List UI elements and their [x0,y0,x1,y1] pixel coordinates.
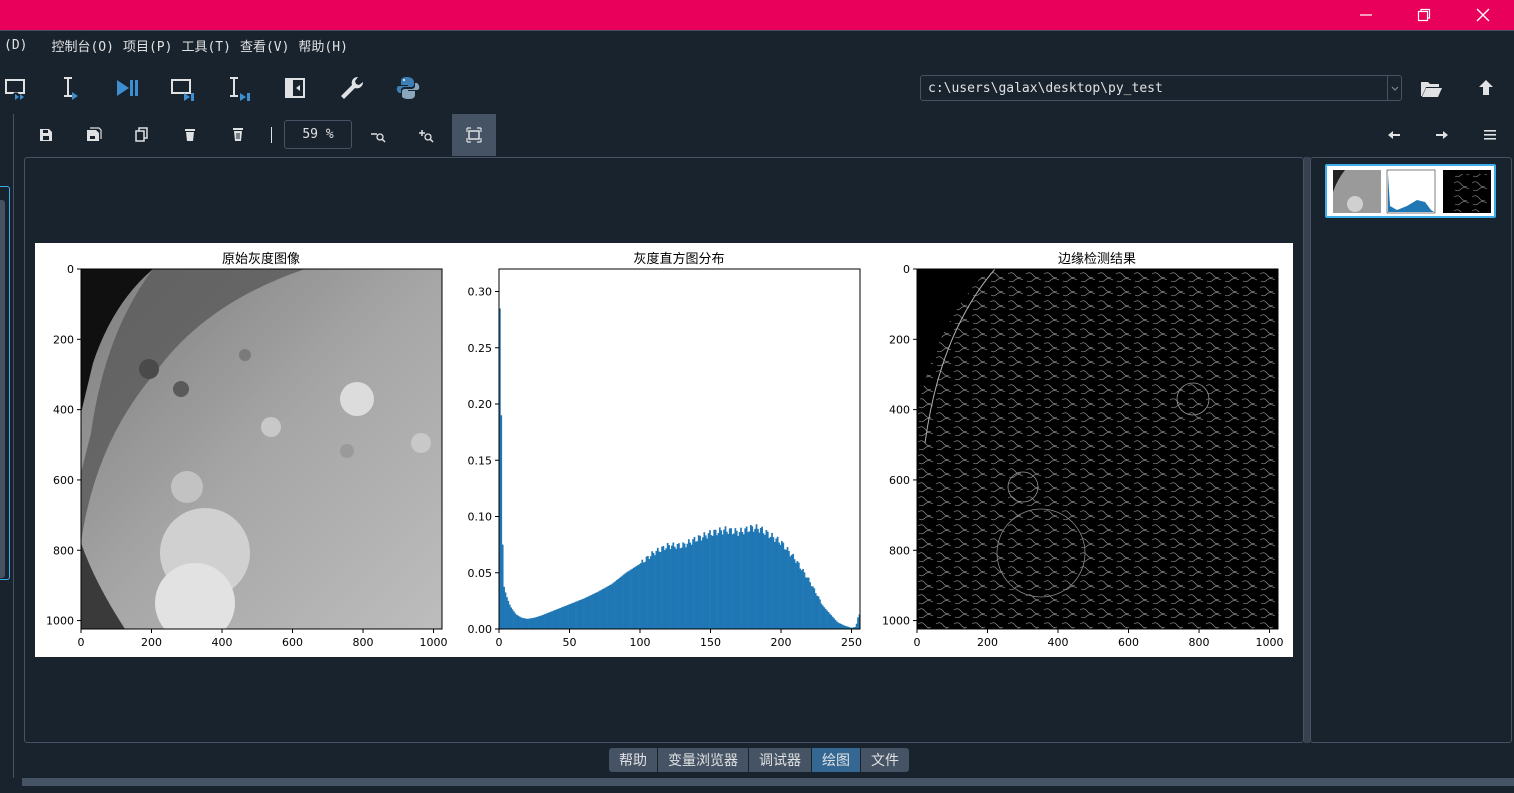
x-tick-label: 400 [212,636,233,649]
y-tick-label: 600 [889,474,910,487]
run-selection-icon[interactable] [114,74,142,102]
x-tick-label: 200 [771,636,792,649]
x-tick-label: 400 [1048,636,1069,649]
x-tick-label: 200 [977,636,998,649]
x-tick-label: 150 [700,636,721,649]
y-tick-label: 400 [53,404,74,417]
y-tick-label: 1000 [46,615,74,628]
window-titlebar [0,0,1514,30]
restore-icon[interactable] [1396,0,1452,30]
y-tick-label: 0.10 [468,511,493,524]
debug-selection-icon[interactable] [226,74,254,102]
working-directory-combobox[interactable]: c:\users\galax\desktop\py_test [920,75,1402,101]
x-tick-label: 0 [496,636,503,649]
save-icon[interactable] [37,126,55,144]
menu-icon[interactable] [1481,126,1499,144]
folder-open-icon[interactable] [1417,74,1445,102]
delete-all-icon[interactable] [229,126,247,144]
menu-console[interactable]: 控制台(O) [51,36,122,55]
x-tick-label: 0 [914,636,921,649]
bottom-pane-divider[interactable] [22,778,1514,786]
y-tick-label: 0.05 [468,567,493,580]
x-tick-label: 800 [353,636,374,649]
panel-title-original: 原始灰度图像 [222,251,300,267]
pane-tabs: 帮助 变量浏览器 调试器 绘图 文件 [609,748,909,772]
panel-title-edges: 边缘检测结果 [1058,252,1136,267]
fit-icon [466,127,482,143]
delete-icon[interactable] [181,126,199,144]
y-tick-label: 400 [889,404,910,417]
histogram-bars [499,308,861,629]
y-tick-label: 0.20 [468,398,493,411]
zoom-level-field[interactable]: 59 % [284,120,352,149]
python-icon[interactable] [394,74,422,102]
x-tick-label: 800 [1189,636,1210,649]
menu-tools[interactable]: 工具(T) [181,36,239,55]
plot-thumbnail[interactable] [1325,164,1496,218]
y-tick-label: 0 [903,263,910,276]
menu-bar: (D) 控制台(O) 项目(P) 工具(T) 查看(V) 帮助(H) [0,30,1514,60]
arrow-up-icon[interactable] [1472,74,1500,102]
fit-button[interactable] [452,114,496,156]
y-tick-label: 1000 [882,615,910,628]
panel-title-histogram: 灰度直方图分布 [633,251,724,267]
x-tick-label: 600 [1118,636,1139,649]
arrow-left-icon[interactable] [1385,126,1403,144]
matplotlib-figure: 原始灰度图像 0 200 400 600 800 1000 0 200 400 600 800 100… [35,243,1293,657]
tab-plots[interactable]: 绘图 [812,748,861,772]
x-tick-label: 600 [282,636,303,649]
zoom-out-icon[interactable] [369,126,387,144]
tab-files[interactable]: 文件 [861,748,909,772]
original-image [81,269,442,629]
plots-toolbar [22,114,1514,156]
copy-icon[interactable] [133,126,151,144]
tab-variable-explorer[interactable]: 变量浏览器 [658,748,749,772]
x-tick-label: 0 [78,636,85,649]
menu-debug[interactable]: (D) [0,38,51,53]
save-all-icon[interactable] [85,126,103,144]
menu-help[interactable]: 帮助(H) [298,36,356,55]
wrench-icon[interactable] [338,74,366,102]
y-tick-label: 0.00 [468,623,493,636]
left-scrollbar[interactable] [0,200,5,578]
x-tick-label: 50 [563,636,577,649]
thumbnail-pane [1310,157,1512,743]
y-tick-label: 0.30 [468,286,493,299]
x-tick-label: 100 [630,636,651,649]
x-tick-label: 1000 [420,636,448,649]
toolbar-separator [271,127,272,143]
x-tick-label: 200 [141,636,162,649]
debug-cell-icon[interactable] [170,74,198,102]
tab-debugger[interactable]: 调试器 [749,748,812,772]
run-cell-icon[interactable] [4,74,32,102]
figure-svg: 原始灰度图像 0 200 400 600 800 10000200400600800100… [46,251,1284,649]
y-tick-label: 600 [53,474,74,487]
y-tick-label: 200 [889,333,910,346]
edge-image [917,269,1278,629]
arrow-right-icon[interactable] [1433,126,1451,144]
chevron-down-icon[interactable] [1387,76,1401,100]
y-tick-label: 0 [67,263,74,276]
x-tick-label: 1000 [1256,636,1284,649]
working-directory-input[interactable]: c:\users\galax\desktop\py_test [928,81,1163,96]
y-tick-label: 800 [889,544,910,557]
minimize-icon[interactable] [1338,0,1394,30]
run-cell-advance-icon[interactable] [58,74,86,102]
y-tick-label: 0.15 [468,454,493,467]
close-icon[interactable] [1455,0,1511,30]
y-tick-label: 200 [53,333,74,346]
tab-help[interactable]: 帮助 [609,748,658,772]
maximize-pane-icon[interactable] [282,74,310,102]
menu-projects[interactable]: 项目(P) [123,36,181,55]
x-tick-label: 250 [841,636,862,649]
menu-view[interactable]: 查看(V) [240,36,298,55]
zoom-in-icon[interactable] [417,126,435,144]
y-tick-label: 800 [53,544,74,557]
y-tick-label: 0.25 [468,342,493,355]
